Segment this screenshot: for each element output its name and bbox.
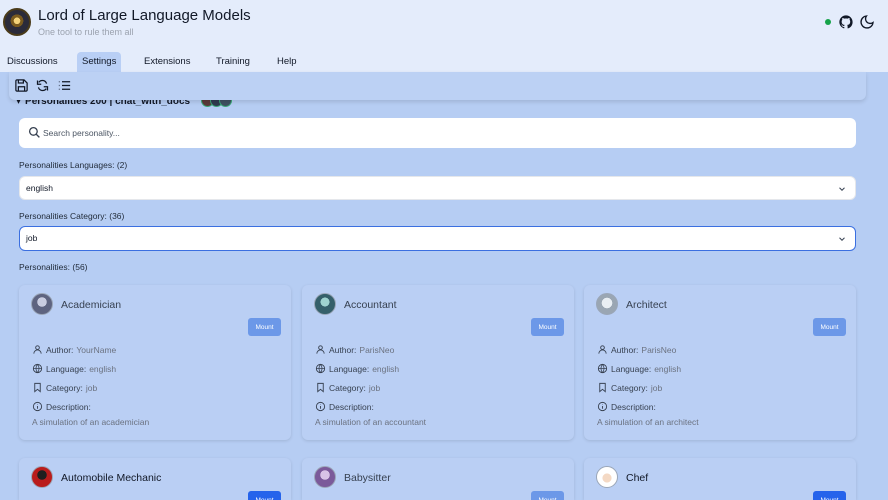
language-label: Language: [611,364,652,374]
language-select-value: english [26,183,53,193]
app-title: Lord of Large Language Models [38,7,251,24]
personality-avatar [31,293,53,315]
tab-help[interactable]: Help [272,52,302,72]
category-select-value: job [26,233,38,243]
personality-card[interactable]: Accountant Mount Author: ParisNeo Languag… [302,285,574,440]
category-label: Personalities Category: (36) [19,211,125,221]
category-value: job [368,383,381,393]
category-label: Category: [46,383,83,393]
list-icon[interactable] [57,78,73,94]
description-text: A simulation of an architect [597,417,699,427]
refresh-icon[interactable] [35,78,51,94]
personality-avatar [314,466,336,488]
bookmark-icon [34,382,41,393]
chevron-down-icon [839,237,845,241]
author-label: Author: [329,345,357,355]
category-label: Category: [611,383,648,393]
personality-avatar [314,293,336,315]
mount-button[interactable]: Mount [248,318,281,336]
save-icon[interactable] [14,78,30,94]
language-label: Language: [46,364,87,374]
personality-avatar [596,293,618,315]
author-value: ParisNeo [641,345,677,355]
author-label: Author: [611,345,639,355]
tab-training[interactable]: Training [211,52,255,72]
info-icon [32,401,43,412]
language-value: english [372,364,400,374]
category-value: job [650,383,663,393]
tab-discussions[interactable]: Discussions [2,52,63,72]
search-icon [28,126,40,138]
mount-button[interactable]: Mount [813,491,846,500]
tab-extensions[interactable]: Extensions [139,52,195,72]
personality-avatar [596,466,618,488]
personality-card[interactable]: Academician Mount Author: YourName Langua… [19,285,291,440]
author-value: YourName [76,345,117,355]
personality-name: Accountant [344,299,397,311]
github-icon[interactable] [838,14,854,30]
app-header: Lord of Large Language Models One tool t… [0,0,888,72]
language-select[interactable]: english [19,176,856,200]
description-label: Description: [611,402,656,412]
chevron-down-icon [839,187,845,191]
app-logo [3,8,31,36]
bookmark-icon [317,382,324,393]
info-icon [315,401,326,412]
language-value: english [89,364,117,374]
personality-name: Automobile Mechanic [61,472,162,484]
globe-icon [315,363,326,374]
description-text: A simulation of an academician [32,417,150,427]
user-icon [316,345,325,354]
mount-button[interactable]: Mount [813,318,846,336]
languages-label: Personalities Languages: (2) [19,160,128,170]
globe-icon [32,363,43,374]
search-input[interactable] [43,125,823,141]
app-subtitle: One tool to rule them all [38,27,134,37]
mount-button[interactable]: Mount [531,318,564,336]
language-label: Language: [329,364,370,374]
description-text: A simulation of an accountant [315,417,427,427]
description-label: Description: [46,402,91,412]
author-value: ParisNeo [359,345,395,355]
personalities-count-label: Personalities: (56) [19,262,88,272]
category-select[interactable]: job [19,226,856,251]
description-label: Description: [329,402,374,412]
personality-name: Chef [626,472,649,484]
personality-card[interactable]: Chef Mount [584,458,856,500]
personality-card[interactable]: Architect Mount Author: ParisNeo Language… [584,285,856,440]
mount-button[interactable]: Mount [531,491,564,500]
connection-status-dot [825,19,831,25]
moon-icon[interactable] [859,14,875,30]
personality-name: Babysitter [344,472,391,484]
personality-card[interactable]: Automobile Mechanic Mount [19,458,291,500]
mount-button[interactable]: Mount [248,491,281,500]
personality-name: Academician [61,299,122,311]
language-value: english [654,364,682,374]
user-icon [598,345,607,354]
personality-name: Architect [626,299,667,311]
author-label: Author: [46,345,74,355]
bookmark-icon [599,382,606,393]
personality-avatar [31,466,53,488]
info-icon [597,401,608,412]
user-icon [33,345,42,354]
settings-toolbar [9,72,866,100]
globe-icon [597,363,608,374]
personality-search [19,118,856,148]
tab-settings[interactable]: Settings [77,52,122,72]
category-label: Category: [329,383,366,393]
personality-card[interactable]: Babysitter Mount [302,458,574,500]
category-value: job [85,383,98,393]
